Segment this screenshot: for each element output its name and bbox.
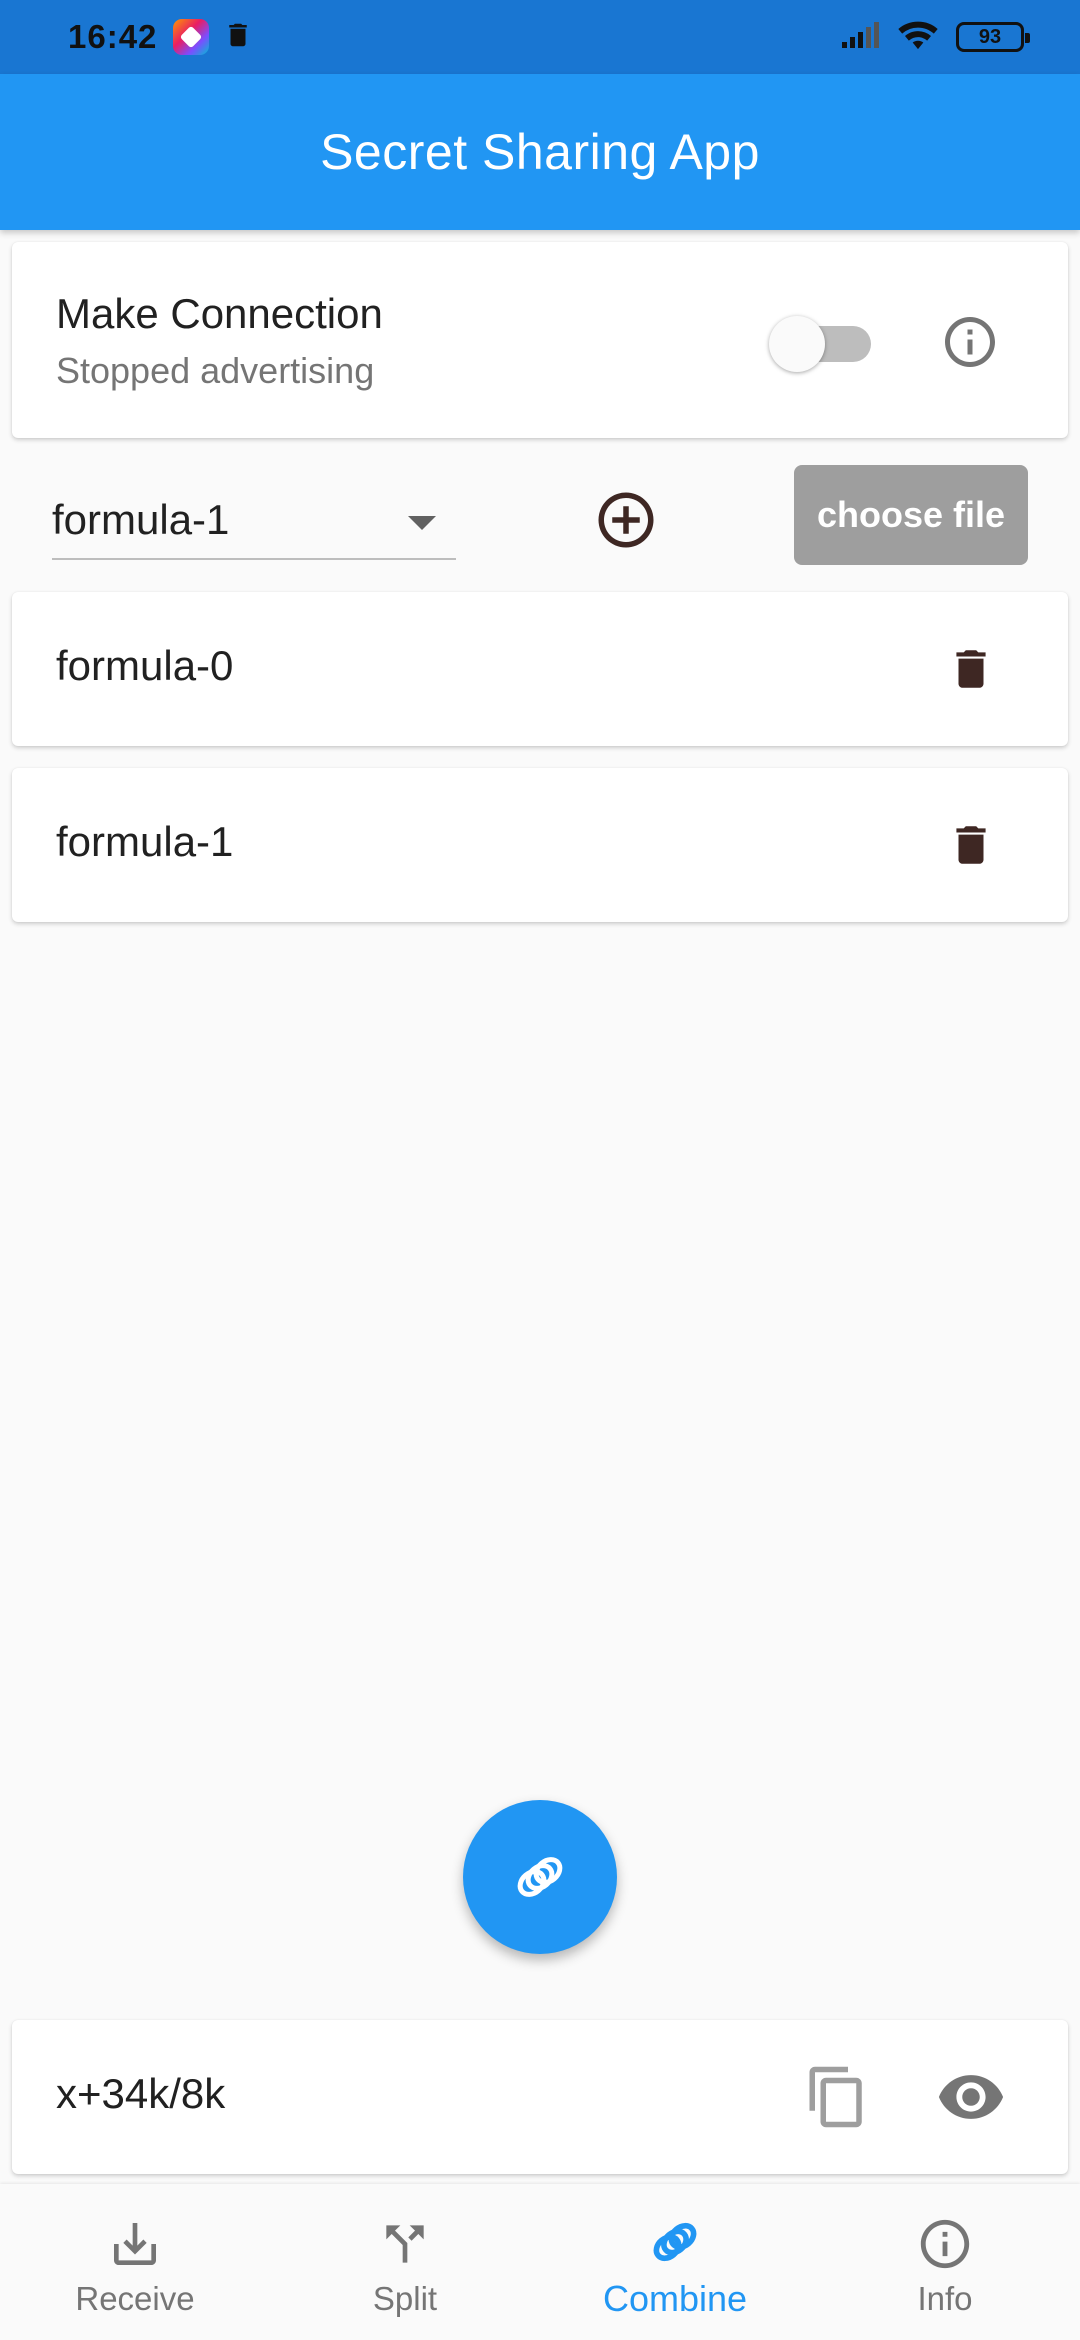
- split-icon: [375, 2214, 435, 2274]
- nav-label-combine: Combine: [602, 2278, 748, 2319]
- nav-label-receive: Receive: [75, 2280, 195, 2317]
- delete-share-button[interactable]: [940, 638, 1002, 700]
- show-secret-button[interactable]: [930, 2062, 1012, 2132]
- trash-icon: [956, 826, 986, 864]
- info-icon: [915, 2214, 975, 2274]
- nav-label-split: Split: [372, 2280, 438, 2317]
- copy-button[interactable]: [802, 2062, 872, 2132]
- trash-notification-icon: [223, 18, 253, 57]
- add-share-button[interactable]: [588, 482, 664, 558]
- copy-icon: [809, 2066, 862, 2128]
- info-icon: [945, 317, 995, 367]
- app-bar: Secret Sharing App: [0, 74, 1080, 230]
- advertising-toggle[interactable]: [769, 316, 871, 372]
- combine-rings-icon: [517, 1857, 563, 1897]
- combine-fab-button[interactable]: [463, 1800, 617, 1954]
- add-circle-icon: [598, 492, 654, 548]
- nav-label-info: Info: [917, 2280, 973, 2317]
- delete-share-button[interactable]: [940, 814, 1002, 876]
- wifi-icon: [898, 20, 938, 55]
- share-card: formula-0: [12, 592, 1068, 746]
- connection-info-button[interactable]: [934, 306, 1006, 378]
- share-selector-row: formula-1 choose file: [0, 452, 1080, 592]
- app-notification-icon: [173, 19, 210, 55]
- status-indicators: 93: [840, 20, 1030, 55]
- combine-rings-icon: [645, 2212, 705, 2272]
- download-icon: [105, 2214, 165, 2274]
- connection-card: Make Connection Stopped advertising: [12, 242, 1068, 438]
- eye-icon: [938, 2075, 1004, 2119]
- battery-icon: 93: [956, 22, 1030, 52]
- share-card: formula-1: [12, 768, 1068, 922]
- nav-item-split[interactable]: Split: [270, 2184, 540, 2340]
- share-label: formula-0: [56, 642, 234, 689]
- connection-title: Make Connection: [56, 290, 383, 337]
- share-label: formula-1: [56, 818, 234, 865]
- choose-file-button[interactable]: choose file: [794, 465, 1028, 565]
- signal-icon: [840, 20, 880, 55]
- connection-status: Stopped advertising: [56, 350, 375, 391]
- nav-item-receive[interactable]: Receive: [0, 2184, 270, 2340]
- share-dropdown[interactable]: formula-1: [52, 482, 456, 560]
- app-title: Secret Sharing App: [320, 124, 760, 180]
- trash-icon: [956, 650, 986, 688]
- nav-item-info[interactable]: Info: [810, 2184, 1080, 2340]
- dropdown-arrow-icon: [408, 516, 436, 530]
- bottom-navigation: Receive Split Combine Info: [0, 2184, 1080, 2340]
- status-time: 16:42: [68, 18, 158, 55]
- dropdown-selected-value: formula-1: [52, 496, 230, 543]
- status-bar: 16:42 93: [0, 0, 1080, 74]
- combined-secret-text: x+34k/8k: [56, 2070, 226, 2117]
- result-card: x+34k/8k: [12, 2020, 1068, 2174]
- nav-item-combine[interactable]: Combine: [540, 2184, 810, 2340]
- toggle-thumb: [769, 316, 825, 372]
